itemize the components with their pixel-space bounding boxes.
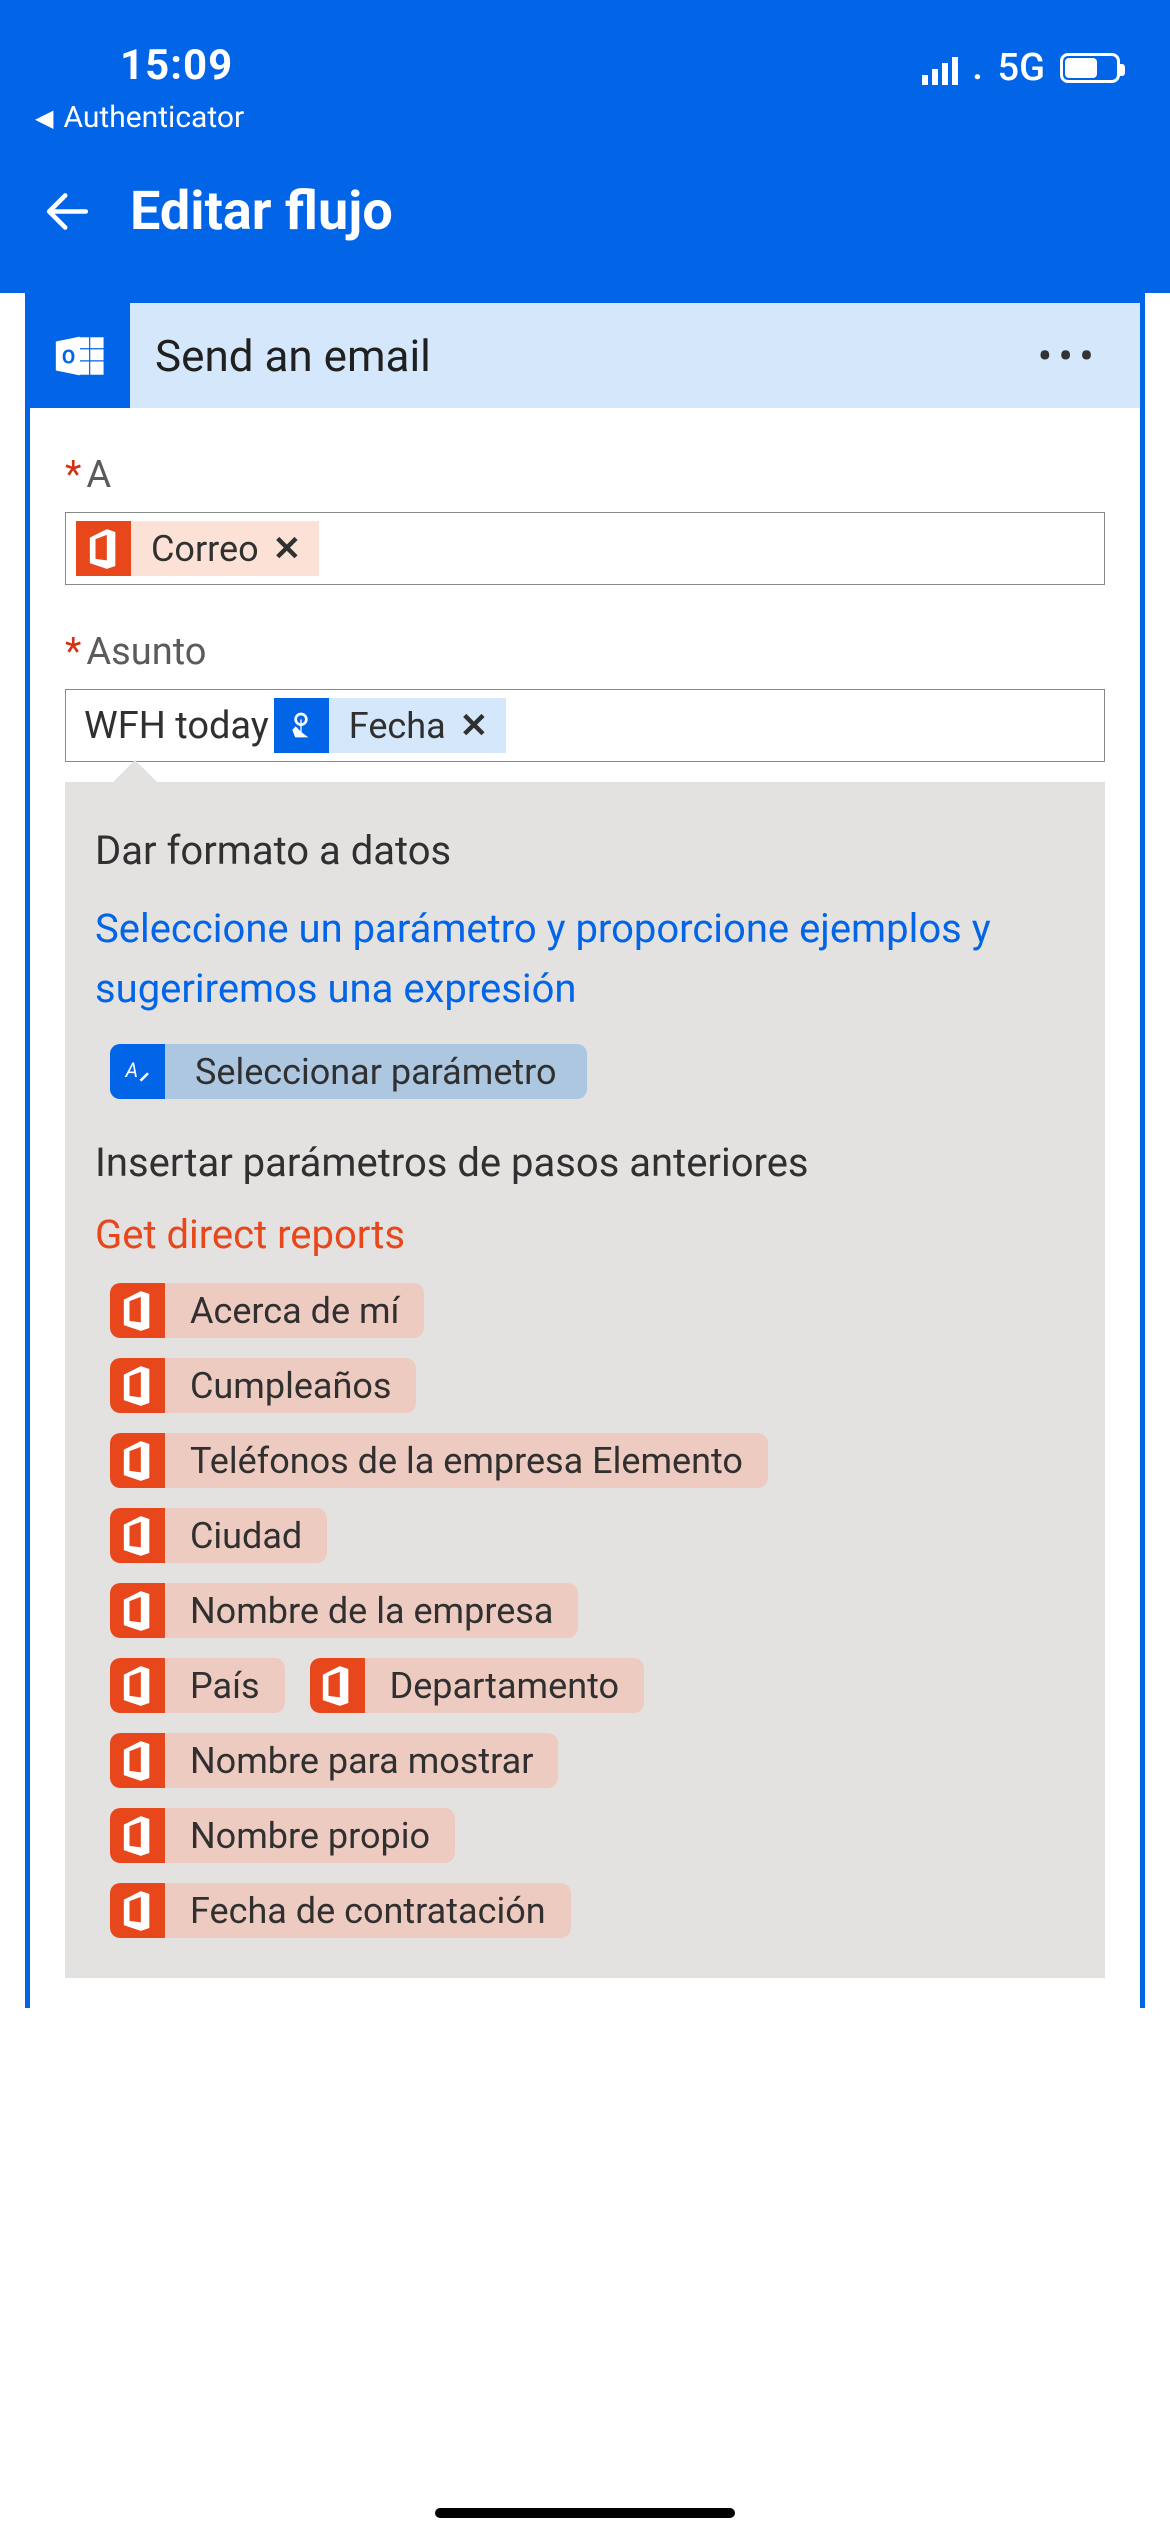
- action-card: O Send an email ••• *A Correo ✕ *Asunto W…: [25, 293, 1145, 2008]
- to-chip-correo[interactable]: Correo ✕: [76, 521, 319, 576]
- office-icon: [110, 1508, 165, 1563]
- chip-label: Correo: [151, 528, 259, 570]
- return-app-label: Authenticator: [63, 100, 244, 135]
- subject-input[interactable]: WFH today Fecha ✕: [65, 689, 1105, 762]
- outlook-icon: O: [30, 303, 130, 408]
- token-label: Nombre propio: [165, 1808, 455, 1863]
- format-icon: A: [110, 1044, 165, 1099]
- to-label: *A: [65, 453, 1105, 497]
- token-label: Ciudad: [165, 1508, 327, 1563]
- token-acerca-de-mi[interactable]: Acerca de mí: [110, 1283, 424, 1338]
- token-label: Teléfonos de la empresa Elemento: [165, 1433, 768, 1488]
- status-time: 15:09: [50, 41, 233, 90]
- token-label: Cumpleaños: [165, 1358, 416, 1413]
- card-menu-button[interactable]: •••: [1037, 330, 1140, 382]
- subject-text: WFH today: [76, 704, 274, 748]
- format-heading: Dar formato a datos: [95, 827, 1075, 874]
- office-icon: [76, 521, 131, 576]
- nav-header: Editar flujo: [0, 150, 1170, 293]
- dynamic-content-panel: Dar formato a datos Seleccione un paráme…: [65, 782, 1105, 1978]
- return-to-app[interactable]: ◀ Authenticator: [0, 100, 1170, 150]
- office-icon: [110, 1283, 165, 1338]
- insert-params-heading: Insertar parámetros de pasos anteriores: [95, 1139, 1075, 1186]
- subject-chip-fecha[interactable]: Fecha ✕: [274, 698, 506, 753]
- network-label: 5G: [998, 46, 1045, 90]
- token-fecha-contratacion[interactable]: Fecha de contratación: [110, 1883, 571, 1938]
- token-label: Fecha de contratación: [165, 1883, 571, 1938]
- token-pais[interactable]: País: [110, 1658, 285, 1713]
- token-label: País: [165, 1658, 285, 1713]
- office-icon: [310, 1658, 365, 1713]
- panel-caret-icon: [110, 760, 160, 785]
- remove-chip-icon[interactable]: ✕: [273, 529, 302, 569]
- office-icon: [110, 1358, 165, 1413]
- card-title: Send an email: [130, 330, 431, 382]
- status-bar: 15:09 . 5G: [0, 0, 1170, 100]
- signal-icon: [922, 51, 958, 85]
- svg-text:O: O: [62, 345, 75, 368]
- office-icon: [110, 1808, 165, 1863]
- office-icon: [110, 1583, 165, 1638]
- office-icon: [110, 1658, 165, 1713]
- page-title: Editar flujo: [130, 180, 393, 243]
- back-caret-icon: ◀: [35, 104, 53, 132]
- token-label: Departamento: [365, 1658, 644, 1713]
- office-icon: [110, 1733, 165, 1788]
- office-icon: [110, 1433, 165, 1488]
- token-list: Acerca de mí Cumpleaños Teléfonos de la …: [110, 1283, 1075, 1938]
- office-icon: [110, 1883, 165, 1938]
- remove-chip-icon[interactable]: ✕: [460, 706, 489, 746]
- select-parameter-button[interactable]: A Seleccionar parámetro: [110, 1044, 587, 1099]
- subject-label: *Asunto: [65, 630, 1105, 674]
- token-telefonos-empresa[interactable]: Teléfonos de la empresa Elemento: [110, 1433, 768, 1488]
- signal-dot: .: [973, 48, 983, 88]
- token-ciudad[interactable]: Ciudad: [110, 1508, 327, 1563]
- chip-label: Fecha: [349, 705, 446, 747]
- card-header[interactable]: O Send an email •••: [30, 303, 1140, 408]
- battery-icon: [1060, 53, 1120, 83]
- select-parameter-label: Seleccionar parámetro: [165, 1051, 587, 1093]
- card-body: *A Correo ✕ *Asunto WFH today Fecha ✕ Dar …: [30, 408, 1140, 2008]
- token-nombre-empresa[interactable]: Nombre de la empresa: [110, 1583, 578, 1638]
- token-label: Nombre para mostrar: [165, 1733, 558, 1788]
- back-arrow-icon[interactable]: [40, 184, 95, 239]
- token-nombre-mostrar[interactable]: Nombre para mostrar: [110, 1733, 558, 1788]
- token-cumpleanos[interactable]: Cumpleaños: [110, 1358, 416, 1413]
- token-nombre-propio[interactable]: Nombre propio: [110, 1808, 455, 1863]
- source-step-name: Get direct reports: [95, 1211, 1075, 1258]
- svg-text:A: A: [124, 1058, 138, 1082]
- tap-icon: [274, 698, 329, 753]
- status-right: . 5G: [922, 46, 1120, 90]
- token-label: Acerca de mí: [165, 1283, 424, 1338]
- token-departamento[interactable]: Departamento: [310, 1658, 644, 1713]
- to-input[interactable]: Correo ✕: [65, 512, 1105, 585]
- format-hint-link[interactable]: Seleccione un parámetro y proporcione ej…: [95, 899, 1075, 1019]
- token-label: Nombre de la empresa: [165, 1583, 578, 1638]
- home-indicator[interactable]: [435, 2508, 735, 2518]
